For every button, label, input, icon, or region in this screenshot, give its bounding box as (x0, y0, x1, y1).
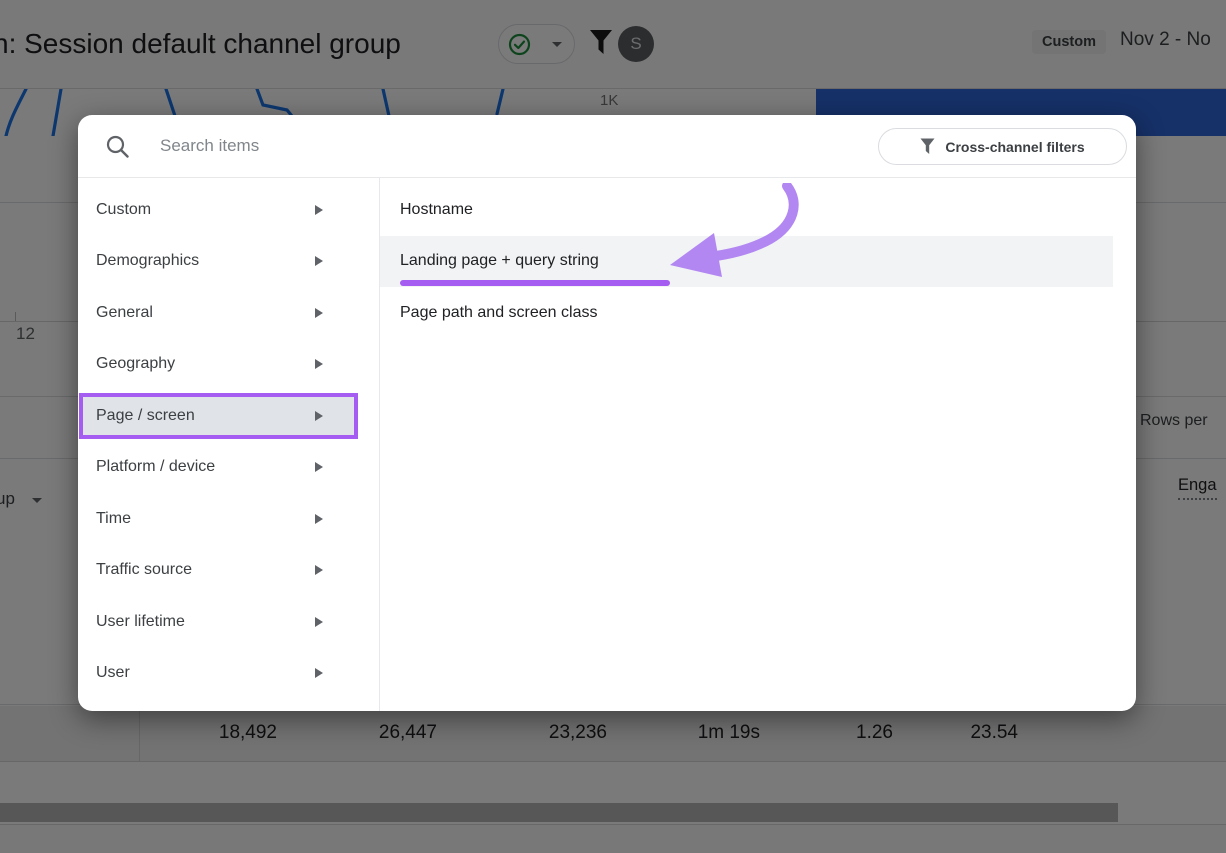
dimension-picker-dialog: Search items Cross-channel filters Custo… (78, 115, 1136, 711)
cross-channel-filters-button[interactable]: Cross-channel filters (878, 128, 1127, 165)
menu-item-label: Custom (96, 201, 151, 219)
chevron-right-icon (315, 617, 323, 627)
menu-item-label: Time (96, 510, 131, 528)
menu-item-label: Geography (96, 355, 175, 373)
menu-item-user[interactable]: User (78, 648, 379, 700)
chevron-right-icon (315, 462, 323, 472)
menu-item-custom[interactable]: Custom (78, 184, 379, 236)
menu-item-label: Traffic source (96, 561, 192, 579)
purple-underline-annotation (400, 280, 670, 286)
chevron-right-icon (315, 359, 323, 369)
filter-funnel-icon (920, 138, 935, 155)
menu-item-label: User lifetime (96, 613, 185, 631)
chevron-right-icon (315, 256, 323, 266)
menu-item-platform-device[interactable]: Platform / device (78, 442, 379, 494)
chevron-right-icon (315, 668, 323, 678)
screen: n: Session default channel group S Custo… (0, 0, 1226, 853)
dimension-item-label: Hostname (400, 201, 473, 219)
search-input[interactable]: Search items (160, 115, 259, 177)
chevron-right-icon (315, 411, 323, 421)
menu-item-label: Platform / device (96, 458, 215, 476)
purple-arrow-annotation (660, 183, 805, 278)
dimension-item-label: Page path and screen class (400, 304, 597, 322)
chevron-right-icon (315, 205, 323, 215)
menu-item-general[interactable]: General (78, 287, 379, 339)
chevron-right-icon (315, 308, 323, 318)
filters-button-label: Cross-channel filters (945, 139, 1084, 155)
menu-item-page-screen[interactable]: Page / screen (78, 390, 379, 442)
menu-item-label: User (96, 664, 130, 682)
menu-item-label: General (96, 304, 153, 322)
menu-item-time[interactable]: Time (78, 493, 379, 545)
dimension-item-label: Landing page + query string (400, 252, 599, 270)
dialog-search-row: Search items Cross-channel filters (78, 115, 1136, 177)
menu-item-label: Page / screen (96, 407, 195, 425)
chevron-right-icon (315, 565, 323, 575)
menu-item-label: Demographics (96, 252, 199, 270)
chevron-right-icon (315, 514, 323, 524)
category-menu: Custom Demographics General Geography Pa… (78, 178, 380, 711)
menu-item-traffic-source[interactable]: Traffic source (78, 545, 379, 597)
menu-item-user-lifetime[interactable]: User lifetime (78, 596, 379, 648)
dimension-item-page-path-screen-class[interactable]: Page path and screen class (380, 287, 1136, 339)
dialog-body: Custom Demographics General Geography Pa… (78, 178, 1136, 711)
dimension-list: Hostname Landing page + query string Pag… (380, 178, 1136, 711)
search-icon (105, 134, 130, 159)
menu-item-geography[interactable]: Geography (78, 339, 379, 391)
menu-item-demographics[interactable]: Demographics (78, 236, 379, 288)
